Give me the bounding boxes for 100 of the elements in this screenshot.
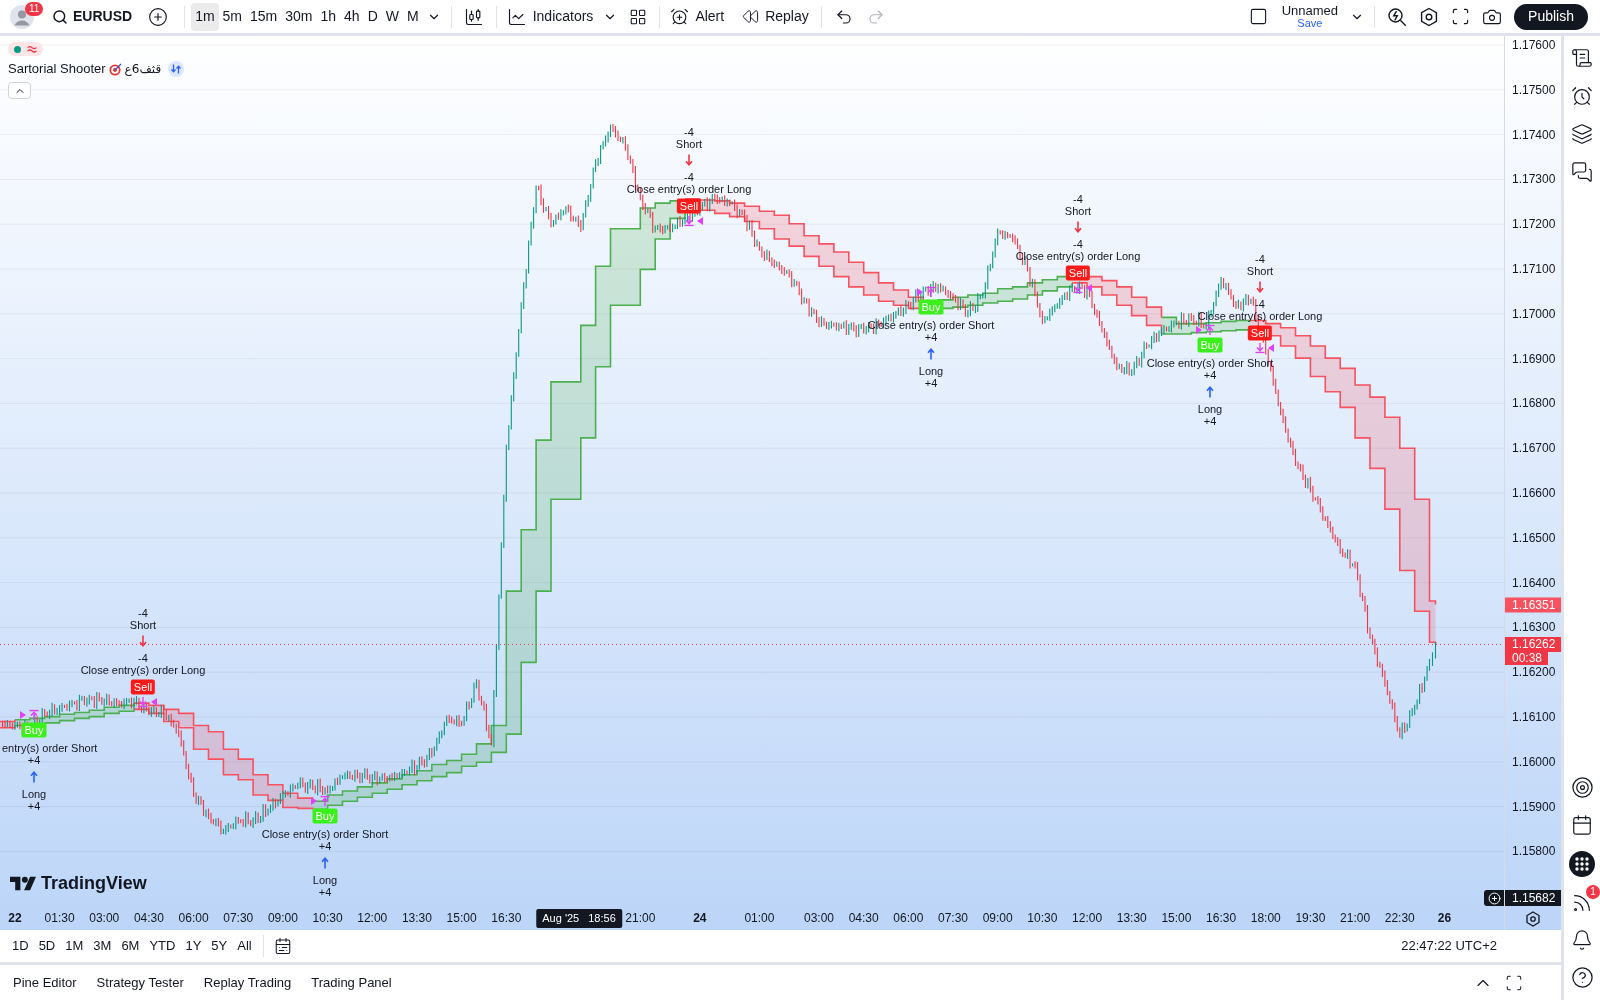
- order-label: entry(s) order Short: [2, 742, 98, 754]
- publish-button[interactable]: Publish: [1514, 3, 1588, 30]
- collapse-button[interactable]: [8, 82, 31, 99]
- bar-arrow-down-icon: [684, 215, 694, 227]
- alert-button[interactable]: Alert: [666, 2, 729, 31]
- range-button[interactable]: 1M: [60, 934, 89, 958]
- time-axis-label: 09:00: [267, 911, 298, 925]
- interval-tab[interactable]: 30m: [281, 2, 317, 31]
- indicator-name: Sartorial Shooter: [8, 61, 106, 77]
- lightning-magnifier-icon[interactable]: [1387, 6, 1408, 27]
- range-button[interactable]: 6M: [116, 934, 145, 958]
- price-axis-label: 1.17100: [1512, 262, 1556, 276]
- grid-icon[interactable]: [629, 7, 648, 26]
- order-label: Long: [1197, 403, 1223, 415]
- square-icon[interactable]: [1248, 7, 1268, 26]
- layout-name-button[interactable]: Unnamed Save: [1273, 3, 1347, 30]
- range-button[interactable]: All: [232, 934, 257, 958]
- time-axis-label: 13:30: [401, 911, 432, 925]
- interval-tab[interactable]: 5m: [218, 2, 247, 31]
- interval-tab[interactable]: W: [381, 2, 403, 31]
- arrow-down-icon: [685, 154, 693, 166]
- candlestick-icon[interactable]: [463, 6, 484, 27]
- indicators-button[interactable]: Indicators: [502, 2, 598, 31]
- dots-grid-icon[interactable]: [1569, 851, 1595, 877]
- order-label: Short: [675, 138, 703, 150]
- panel-tab[interactable]: Trading Panel: [301, 967, 402, 998]
- alarm-clock-icon[interactable]: [1571, 85, 1593, 107]
- range-button[interactable]: 5D: [33, 934, 61, 958]
- interval-tab[interactable]: D: [363, 2, 382, 31]
- time-axis-label: 10:30: [1027, 911, 1058, 925]
- target-icon: [108, 62, 122, 76]
- indicator-price-label: 1.16351: [1505, 597, 1561, 613]
- quantity-label: +4: [1203, 369, 1217, 381]
- arrow-down-icon: [1074, 221, 1082, 233]
- range-button[interactable]: 1Y: [180, 934, 207, 958]
- calendar-icon[interactable]: [1571, 814, 1593, 836]
- price-axis-label: 1.16600: [1512, 485, 1556, 500]
- arrow-up-icon: [1206, 386, 1214, 398]
- price-axis-label: 1.16700: [1512, 441, 1556, 456]
- crosshair-price-label: 1.15682: [1505, 890, 1561, 906]
- interval-tab[interactable]: 15m: [246, 2, 282, 31]
- rss-icon[interactable]: [1571, 892, 1593, 914]
- time-axis-label: 18:00: [1250, 911, 1281, 925]
- bar-arrow-up-icon: [926, 286, 936, 298]
- undo-icon[interactable]: [834, 7, 853, 26]
- time-axis-label: 03:00: [804, 911, 834, 925]
- time-axis-label: 19:30: [1295, 911, 1326, 925]
- target-icon[interactable]: [1570, 776, 1594, 799]
- range-button[interactable]: 5Y: [206, 934, 233, 958]
- panel-tab[interactable]: Replay Trading: [193, 967, 302, 998]
- time-axis-label: 07:30: [938, 911, 969, 925]
- panel-tab[interactable]: Strategy Tester: [86, 967, 194, 998]
- range-button[interactable]: 3M: [88, 934, 117, 958]
- time-axis-label: 12:00: [357, 911, 388, 925]
- quantity-label: -4: [138, 607, 148, 619]
- range-button[interactable]: 1D: [7, 934, 34, 958]
- time-axis-label: 10:30: [312, 911, 343, 925]
- symbol-search-button[interactable]: EURUSD: [46, 2, 139, 31]
- panel-tab[interactable]: Pine Editor: [3, 967, 87, 998]
- layers-icon[interactable]: [1571, 123, 1593, 145]
- interval-tab[interactable]: M: [403, 2, 423, 31]
- price-axis-label: 1.17400: [1512, 127, 1556, 142]
- hexagon-icon[interactable]: [1525, 910, 1541, 927]
- add-button[interactable]: [1484, 890, 1504, 906]
- maximize-icon[interactable]: [1505, 973, 1523, 992]
- price-axis-label: 1.15900: [1512, 799, 1556, 814]
- quantity-label: -4: [138, 652, 148, 664]
- price-axis-label: 1.15800: [1512, 844, 1556, 859]
- order-label: Long: [21, 788, 47, 800]
- sell-badge: Sell: [676, 198, 702, 214]
- quantity-label: -4: [1073, 193, 1083, 205]
- range-button[interactable]: YTD: [144, 934, 181, 958]
- time-axis-label: 07:30: [223, 911, 254, 925]
- triangle-left-icon: [151, 698, 157, 706]
- fullscreen-icon[interactable]: [1451, 7, 1471, 26]
- interval-tab[interactable]: 4h: [340, 2, 364, 31]
- time-axis-label: 21:00: [625, 911, 656, 925]
- bell-icon[interactable]: [1571, 929, 1593, 951]
- arrow-down-icon: [139, 635, 147, 647]
- quantity-label: +4: [924, 331, 938, 343]
- time-axis-label: 22: [8, 911, 22, 925]
- plus-circle-icon[interactable]: [148, 6, 169, 27]
- order-label: Close entry(s) order Long: [1015, 250, 1141, 262]
- price-axis-label: 1.17200: [1512, 217, 1556, 232]
- help-icon[interactable]: [1570, 966, 1594, 989]
- interval-tab[interactable]: 1m: [191, 2, 219, 31]
- notification-badge: 1: [1586, 885, 1600, 899]
- bar-arrow-down-icon: [1255, 342, 1265, 354]
- arrow-up-icon: [30, 771, 38, 783]
- chat-icon[interactable]: [1571, 161, 1593, 183]
- interval-tab[interactable]: 1h: [316, 2, 341, 31]
- replay-button[interactable]: Replay: [736, 2, 815, 31]
- time-axis-label: 16:30: [491, 911, 522, 925]
- sort-arrows-icon[interactable]: [168, 61, 185, 77]
- calendar-icon[interactable]: [273, 937, 292, 955]
- triangle-left-icon: [1086, 284, 1092, 292]
- sell-badge: Sell: [130, 679, 156, 695]
- bar-arrow-up-icon: [29, 709, 39, 721]
- scroll-icon[interactable]: [1571, 47, 1593, 69]
- hexagon-icon[interactable]: [1419, 6, 1440, 27]
